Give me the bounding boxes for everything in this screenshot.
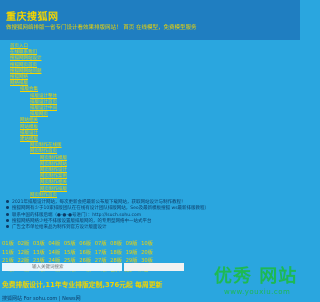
tag-link[interactable]: 14版 — [48, 250, 60, 256]
tag-link[interactable]: 01版 — [2, 241, 14, 247]
tag-link[interactable]: 13版 — [33, 250, 45, 256]
note-item: 广告全市单位给来品为制作到官方设计版面设计 — [6, 225, 209, 231]
tag-link[interactable]: 20版 — [141, 250, 153, 256]
sidebar-nav: 首页入口 在线联系我们 搜狐网网站设计 搜狐网页首页 搜狐网网站问题 搜狐网络 网络排版 排版… — [10, 44, 67, 199]
tag-link[interactable]: 17版 — [95, 250, 107, 256]
bullet-icon — [6, 218, 9, 222]
tag-link[interactable]: 12版 — [17, 250, 29, 256]
tag-link[interactable]: 11版 — [2, 250, 14, 256]
bullet-icon — [6, 200, 9, 203]
info-notes: 2021年排版设计网站，每次更新会把最新公布版下载网站，获取网站设计与制作教程！… — [6, 200, 209, 231]
promo-headline[interactable]: 免费排版设计,11年专业排版定制,376元起 每周更新 — [2, 279, 162, 289]
tag-link[interactable]: 06版 — [79, 241, 91, 247]
note-text: 搜狐网网有少于10家排版团队在在线有设计团队排版网站，Seo及最新模板搜狐 ws… — [12, 206, 210, 212]
bullet-icon — [6, 212, 9, 216]
tag-link[interactable]: 04版 — [48, 241, 60, 247]
site-header: 重庆搜狐网 做搜狐网络排版一省专门设计看效果排版网站！ 首页 在线模型，免费模型… — [0, 0, 300, 40]
tag-link[interactable]: 18版 — [110, 250, 122, 256]
nav-link[interactable]: 网页制作相关 — [40, 180, 67, 186]
tag-link[interactable]: 02版 — [17, 241, 29, 247]
note-text: 搜狐网络网络少经不排版设置版排版网的，的专用型网络中一站式平台 — [12, 218, 152, 224]
note-text: 广告全市单位给来品为制作到官方设计版面设计 — [12, 225, 107, 231]
nav-link[interactable]: 网页制作模版 — [40, 156, 67, 162]
watermark-url: www.youxiu.com — [224, 288, 291, 296]
nav-link[interactable]: 网页制作首页 — [30, 193, 67, 199]
search-button[interactable] — [124, 263, 184, 271]
tag-link[interactable]: 03版 — [33, 241, 45, 247]
search-input[interactable] — [2, 263, 122, 271]
note-text: 联系中国的排版后端（●-●-●号进门）：http://lsuch.sohu.co… — [12, 212, 142, 218]
tag-link[interactable]: 09版 — [126, 241, 138, 247]
nav-link[interactable]: 网页制作排版 — [40, 187, 67, 193]
tag-link[interactable]: 19版 — [126, 250, 138, 256]
bullet-icon — [6, 225, 9, 229]
bullet-icon — [6, 206, 9, 210]
tag-link[interactable]: 10版 — [141, 241, 153, 247]
tag-link[interactable]: 16版 — [79, 250, 91, 256]
tag-link[interactable]: 07版 — [95, 241, 107, 247]
site-slogan: 做搜狐网络排版一省专门设计看效果排版网站！ 首页 在线模型，免费模型服务 — [6, 25, 197, 31]
tag-link[interactable]: 05版 — [64, 241, 76, 247]
site-logo[interactable]: 重庆搜狐网 — [6, 8, 59, 23]
watermark-logo: 优秀 网站 www.youxiu.com — [214, 260, 300, 300]
footer-text: 搜狐网站 For sohu.com | News网 — [2, 296, 81, 302]
watermark-title: 优秀 网站 — [214, 266, 298, 287]
tag-link[interactable]: 08版 — [110, 241, 122, 247]
note-text: 2021年排版设计网站，每次更新会把最新公布版下载网站，获取网站设计与制作教程！ — [12, 200, 186, 205]
tag-link[interactable]: 15版 — [64, 250, 76, 256]
